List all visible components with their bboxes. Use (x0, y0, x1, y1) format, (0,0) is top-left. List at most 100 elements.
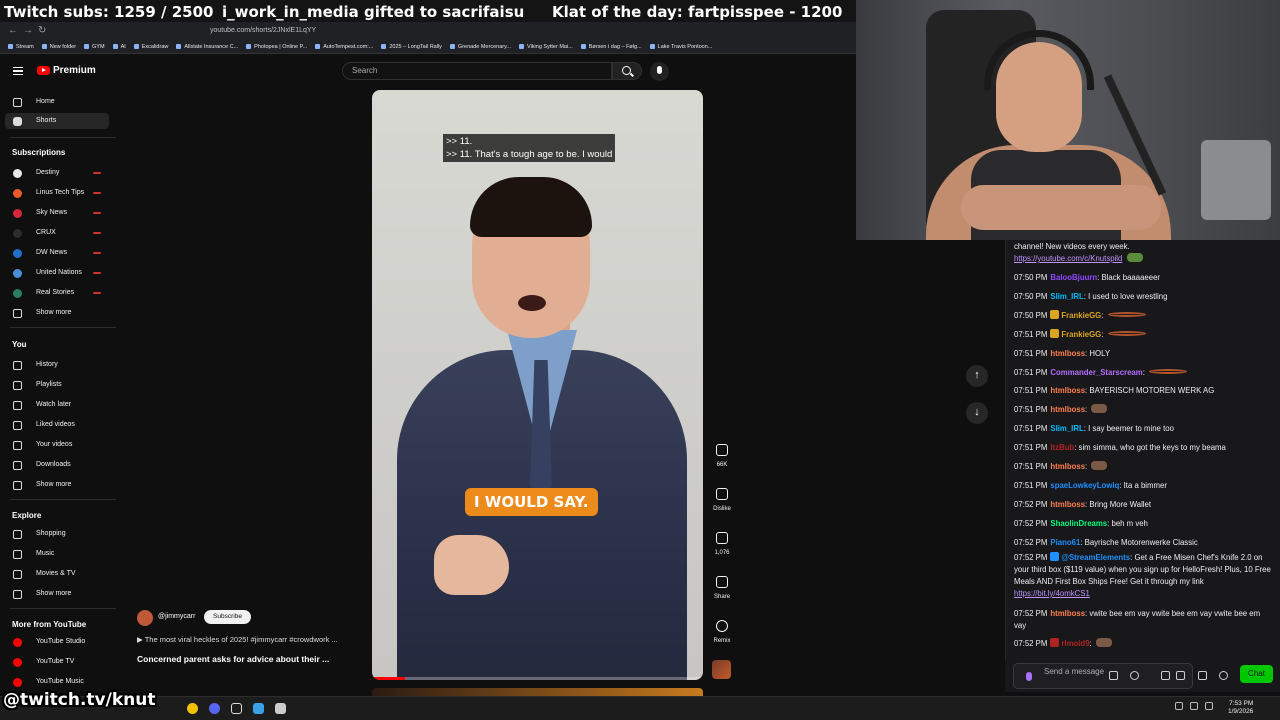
search-input[interactable]: Search (342, 62, 612, 80)
volume-icon[interactable] (1205, 702, 1213, 710)
bookmark-item[interactable]: Lake Travis Pontoon... (650, 40, 713, 53)
sidebar-item-channel[interactable]: United Nations (5, 265, 109, 281)
bookmark-item[interactable]: Viking Sytter Mai... (519, 40, 573, 53)
video-progress-bar[interactable] (372, 677, 703, 680)
search-icon[interactable] (612, 62, 642, 80)
chat-username[interactable]: htmlboss (1050, 462, 1085, 471)
clock[interactable]: 7:53 PM 1/9/2026 (1228, 700, 1253, 716)
dislike-button[interactable]: Dislike (704, 488, 740, 512)
bookmark-item[interactable]: Grenade Mercenary... (450, 40, 511, 53)
app-icon[interactable] (275, 703, 286, 714)
sidebar-item-shorts[interactable]: Shorts (5, 113, 109, 129)
bookmark-item[interactable]: AI (113, 40, 126, 53)
chat-username[interactable]: rlmoid9 (1061, 639, 1089, 648)
chat-username[interactable]: ShaolinDreams (1050, 519, 1107, 528)
address-bar[interactable]: youtube.com/shorts/2JNxlE1LqYY (198, 24, 648, 38)
bookmark-item[interactable]: Photopea | Online P... (246, 40, 307, 53)
chat-username[interactable]: Slim_IRL (1050, 292, 1083, 301)
bookmark-item[interactable]: GYM (84, 40, 105, 53)
next-short-preview[interactable] (372, 688, 703, 696)
share-button[interactable]: Share (704, 576, 740, 600)
bookmark-item[interactable]: Børsen i dag – Følg... (581, 40, 642, 53)
you-heading[interactable]: You (12, 340, 27, 349)
promo-link[interactable]: https://bit.ly/4omkCS1 (1014, 589, 1090, 598)
chat-username[interactable]: htmlboss (1050, 405, 1085, 414)
sidebar-item-more[interactable]: YouTube Studio (5, 634, 109, 650)
sidebar-item-you[interactable]: Playlists (5, 377, 109, 393)
chevron-up-icon[interactable] (1175, 702, 1183, 710)
sidebar-item-explore[interactable]: Shopping (5, 526, 109, 542)
sidebar-item-you[interactable]: Watch later (5, 397, 109, 413)
sidebar-item-you[interactable]: Downloads (5, 457, 109, 473)
chat-username[interactable]: htmlboss (1050, 500, 1085, 509)
sidebar-item-more[interactable]: YouTube TV (5, 654, 109, 670)
sidebar-item-channel[interactable]: CRUX (5, 225, 109, 241)
sidebar-item-more[interactable]: YouTube Music (5, 674, 109, 690)
chat-username[interactable]: htmlboss (1050, 349, 1085, 358)
short-video-player[interactable]: >> 11. >> 11. That's a tough age to be. … (372, 90, 703, 680)
bookmark-item[interactable]: Stream (8, 40, 34, 53)
network-icon[interactable] (1190, 702, 1198, 710)
sidebar-item-channel[interactable]: Sky News (5, 205, 109, 221)
sidebar-show-more[interactable]: Show more (5, 477, 109, 493)
previous-short-button[interactable]: ↑ (966, 365, 988, 387)
sidebar-item-channel[interactable]: Destiny (5, 165, 109, 181)
sidebar-item-channel[interactable]: Real Stories (5, 285, 109, 301)
chat-username[interactable]: FrankieGG (1061, 330, 1101, 339)
sidebar-item-you[interactable]: Liked videos (5, 417, 109, 433)
reload-icon[interactable]: ↻ (38, 25, 46, 36)
chat-username[interactable]: spaeLowkeyLowiq (1050, 481, 1119, 490)
chat-username[interactable]: Slim_IRL (1050, 424, 1083, 433)
short-title[interactable]: Concerned parent asks for advice about t… (137, 654, 329, 664)
channel-points-icon[interactable] (1161, 671, 1170, 680)
chat-username[interactable]: @StreamElements (1061, 553, 1130, 562)
sidebar-show-more[interactable]: Show more (5, 586, 109, 602)
sidebar-item-channel[interactable]: DW News (5, 245, 109, 261)
forward-icon[interactable]: → (23, 25, 33, 36)
chat-username[interactable]: htmlboss (1050, 386, 1085, 395)
gift-icon[interactable] (1198, 671, 1207, 680)
remix-button[interactable]: Remix (704, 620, 740, 644)
discord-icon[interactable] (209, 703, 220, 714)
explorer-icon[interactable] (253, 703, 264, 714)
chat-username[interactable]: Piano61 (1050, 538, 1080, 547)
chat-username[interactable]: Commander_Starscream (1050, 368, 1142, 377)
sidebar-item-home[interactable]: Home (5, 94, 109, 110)
subscribe-button[interactable]: Subscribe (204, 610, 251, 624)
chat-username[interactable]: BalooBjuurn (1050, 273, 1097, 282)
comments-button[interactable]: 1,076 (704, 532, 740, 556)
audio-source-thumbnail[interactable] (712, 660, 731, 679)
sidebar-item-you[interactable]: History (5, 357, 109, 373)
bookmark-item[interactable]: New folder (42, 40, 76, 53)
bookmark-item[interactable]: Allstate Insurance C... (176, 40, 238, 53)
menu-icon[interactable] (13, 67, 23, 75)
back-icon[interactable]: ← (8, 25, 18, 36)
chat-username[interactable]: FrankieGG (1061, 311, 1101, 320)
chat-username[interactable]: htmlboss (1050, 609, 1085, 618)
sidebar-item-explore[interactable]: Music (5, 546, 109, 562)
obs-icon[interactable] (231, 703, 242, 714)
next-short-button[interactable]: ↓ (966, 402, 988, 424)
chat-username[interactable]: ItzBub (1050, 443, 1074, 452)
link-icon[interactable] (1176, 671, 1185, 680)
bits-icon[interactable] (1109, 671, 1118, 680)
sidebar-item-you[interactable]: Your videos (5, 437, 109, 453)
like-button[interactable]: 66K (704, 444, 740, 468)
chrome-icon[interactable] (187, 703, 198, 714)
sidebar-item-explore[interactable]: Movies & TV (5, 566, 109, 582)
chat-send-button[interactable]: Chat (1240, 665, 1273, 683)
more-from-youtube-heading[interactable]: More from YouTube (12, 620, 86, 629)
emote-picker-icon[interactable] (1130, 671, 1139, 680)
chat-link[interactable]: https://youtube.com/c/Knutspild (1014, 254, 1122, 263)
bookmark-item[interactable]: Excalidraw (134, 40, 169, 53)
short-description[interactable]: ▶ The most viral heckles of 2025! #jimmy… (137, 635, 338, 644)
sidebar-item-channel[interactable]: Linus Tech Tips (5, 185, 109, 201)
bookmark-item[interactable]: AutoTempest.com:... (315, 40, 373, 53)
microphone-icon[interactable] (650, 62, 669, 81)
sidebar-show-more[interactable]: Show more (5, 305, 109, 321)
youtube-premium-label[interactable]: Premium (53, 65, 96, 76)
channel-avatar[interactable] (137, 610, 153, 626)
explore-heading[interactable]: Explore (12, 511, 41, 520)
youtube-logo-icon[interactable] (37, 66, 50, 75)
channel-name[interactable]: @jimmycarr (158, 613, 195, 620)
